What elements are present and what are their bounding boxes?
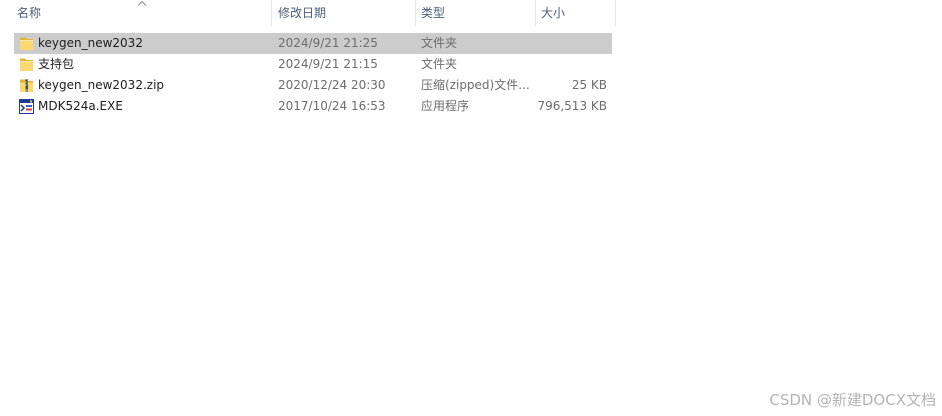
watermark: CSDN @新建DOCX文档 — [769, 391, 936, 409]
column-header-date-modified[interactable]: 修改日期 — [278, 0, 412, 27]
column-header-label: 修改日期 — [278, 6, 327, 20]
file-name: keygen_new2032 — [38, 36, 143, 50]
file-modified-date: 2020/12/24 20:30 — [278, 78, 386, 92]
column-header-size[interactable]: 大小 — [541, 0, 611, 27]
file-name: 支持包 — [38, 57, 75, 71]
column-resize-handle[interactable] — [415, 0, 416, 26]
file-row[interactable]: 支持包 2024/9/21 21:15 文件夹 — [14, 54, 612, 75]
column-header-label: 类型 — [421, 6, 446, 20]
file-row[interactable]: keygen_new2032 2024/9/21 21:25 文件夹 — [14, 33, 612, 54]
column-resize-handle[interactable] — [535, 0, 536, 26]
file-modified-date: 2024/9/21 21:15 — [278, 57, 378, 71]
column-header-bar: 名称 修改日期 类型 大小 — [0, 0, 616, 27]
file-type: 文件夹 — [421, 57, 458, 71]
file-size: 25 KB — [571, 78, 607, 92]
file-size: 796,513 KB — [537, 99, 607, 113]
file-name: MDK524a.EXE — [38, 99, 123, 113]
file-name: keygen_new2032.zip — [38, 78, 165, 92]
column-header-type[interactable]: 类型 — [421, 0, 531, 27]
folder-icon — [18, 35, 35, 52]
chevron-up-icon — [137, 0, 147, 6]
zip-folder-icon — [18, 77, 35, 94]
column-header-label: 大小 — [541, 6, 566, 20]
column-resize-handle[interactable] — [271, 0, 272, 26]
file-row[interactable]: MDK524a.EXE 2017/10/24 16:53 应用程序 796,51… — [14, 96, 612, 117]
file-type: 文件夹 — [421, 36, 458, 50]
file-type: 应用程序 — [421, 99, 470, 113]
file-modified-date: 2017/10/24 16:53 — [278, 99, 386, 113]
column-resize-handle[interactable] — [615, 0, 616, 26]
file-modified-date: 2024/9/21 21:25 — [278, 36, 378, 50]
exe-icon — [18, 98, 35, 115]
folder-icon — [18, 56, 35, 73]
column-header-label: 名称 — [17, 6, 42, 20]
file-row[interactable]: keygen_new2032.zip 2020/12/24 20:30 压缩(z… — [14, 75, 612, 96]
file-type: 压缩(zipped)文件... — [421, 78, 530, 92]
